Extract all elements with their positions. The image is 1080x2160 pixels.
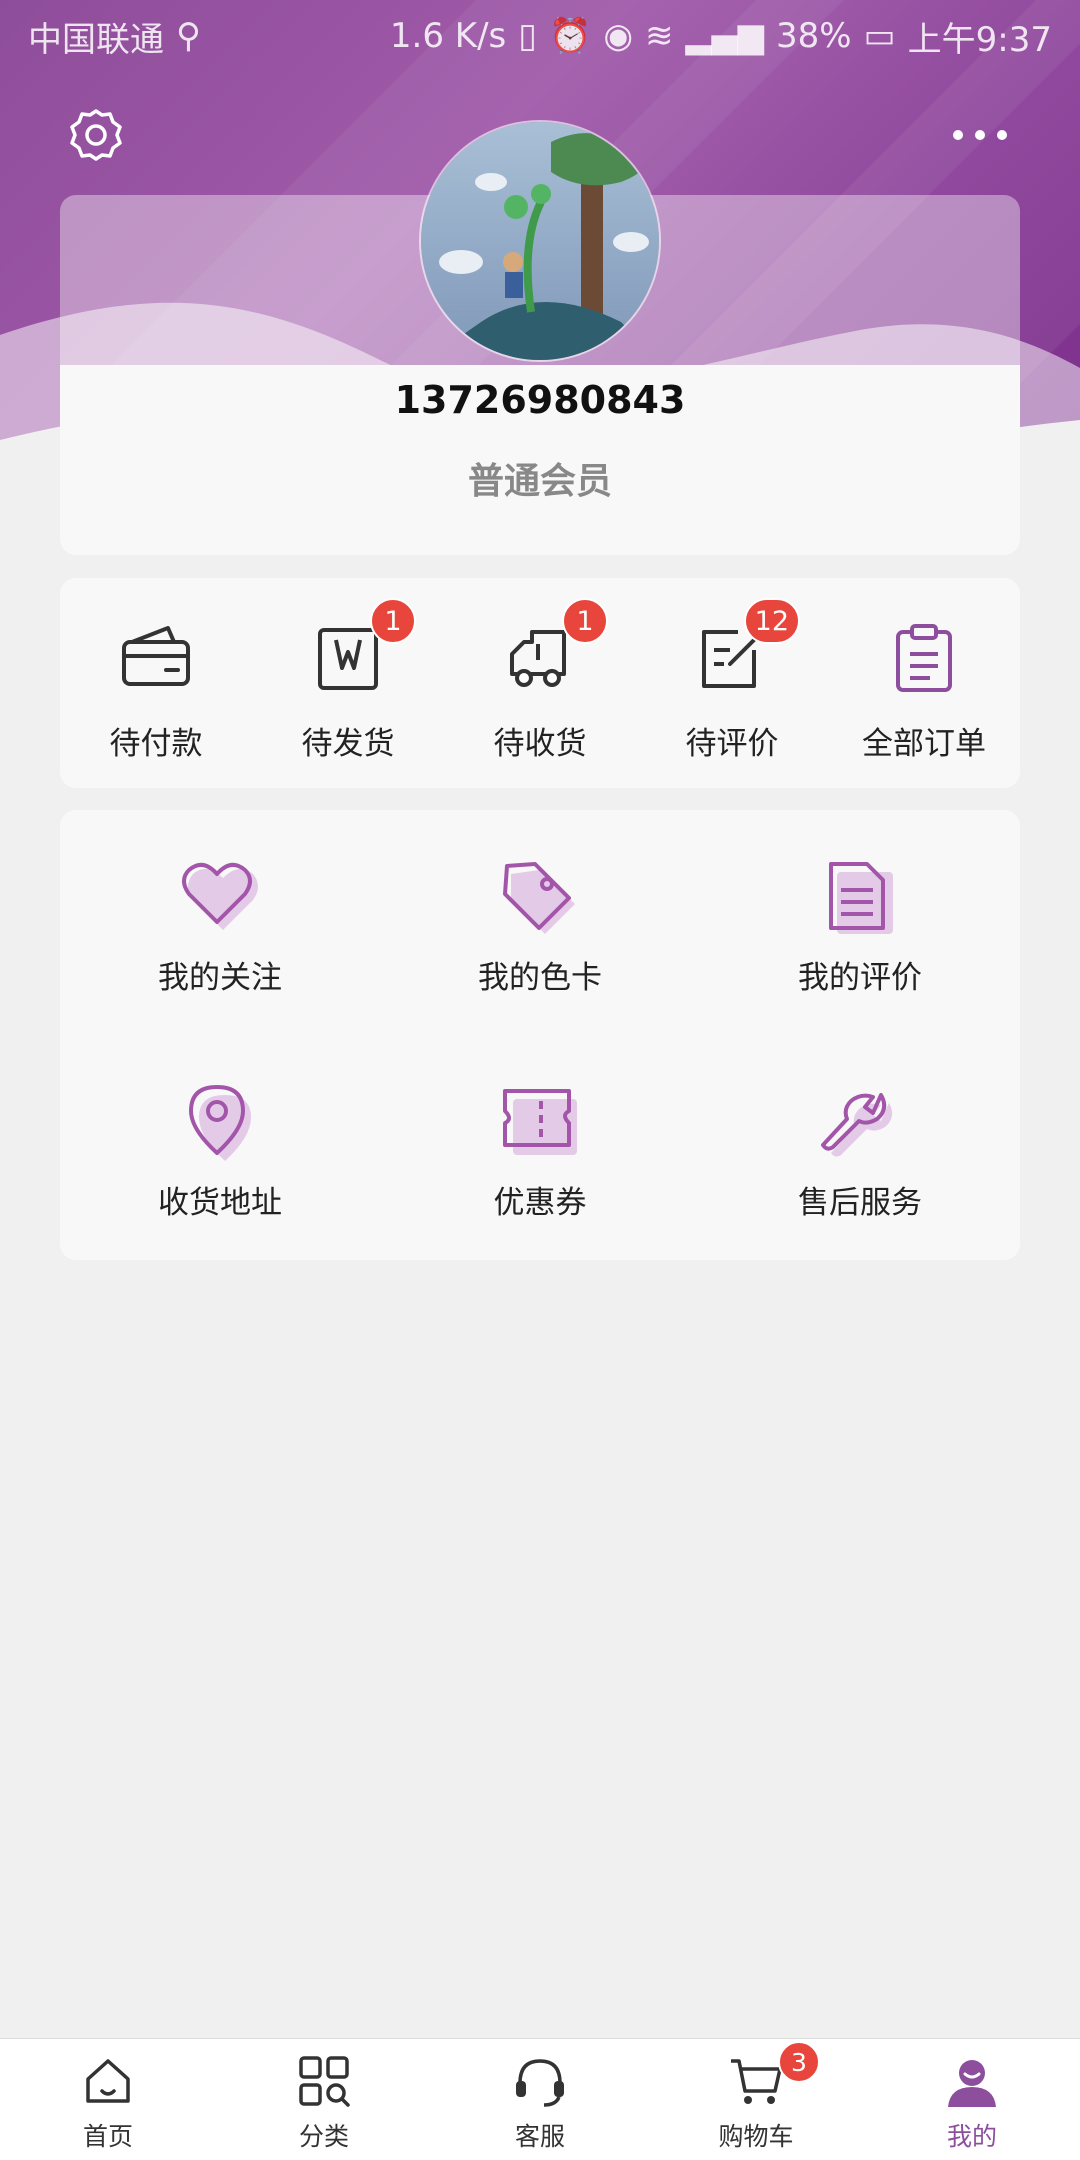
heart-icon	[179, 856, 261, 938]
cart-badge: 3	[778, 2041, 820, 2083]
home-icon	[80, 2053, 136, 2109]
member-level: 普通会员	[467, 461, 612, 502]
avatar[interactable]	[419, 120, 661, 362]
wrench-icon	[819, 1081, 901, 1163]
review-icon: 12	[694, 598, 800, 696]
document-icon	[819, 856, 901, 938]
truck-icon: 1	[502, 598, 608, 696]
order-pending-shipment[interactable]: 1 待发货	[252, 578, 444, 788]
tab-home[interactable]: 首页	[0, 2039, 216, 2160]
order-label: 待评价	[685, 726, 779, 762]
cart-icon: 3	[728, 2041, 820, 2109]
my-color-card[interactable]: 我的色卡	[380, 810, 700, 1035]
tab-label: 购物车	[718, 2122, 794, 2151]
service-label: 我的关注	[158, 960, 282, 996]
tab-label: 分类	[298, 2122, 349, 2151]
headset-icon	[512, 2053, 568, 2109]
order-label: 待收货	[493, 726, 587, 762]
carrier-label: 中国联通	[28, 19, 164, 60]
user-icon	[944, 2053, 1000, 2109]
status-bar: 中国联通 ⚲ 1.6 K/s ▯ ⏰ ◉ ≋ ▂▄▆ 38% ▭ 上午9:37	[0, 0, 1080, 72]
order-label: 待付款	[109, 726, 203, 762]
order-pending-payment[interactable]: 待付款	[60, 578, 252, 788]
order-label: 待发货	[301, 726, 395, 762]
service-label: 我的评价	[798, 960, 922, 996]
clipboard-icon	[886, 620, 962, 696]
my-favorites[interactable]: 我的关注	[60, 810, 380, 1035]
battery-icon: ▭	[863, 16, 896, 56]
battery-percent: 38%	[775, 16, 852, 56]
usb-icon: ⚲	[176, 16, 201, 56]
wallet-icon	[118, 620, 194, 696]
network-speed: 1.6 K/s	[389, 16, 507, 56]
tab-label: 客服	[514, 2122, 565, 2151]
location-pin-icon	[179, 1081, 261, 1163]
shipping-address[interactable]: 收货地址	[60, 1035, 380, 1260]
tab-customer-service[interactable]: 客服	[432, 2039, 648, 2160]
badge: 12	[743, 598, 800, 644]
package-icon: 1	[310, 598, 416, 696]
service-label: 我的色卡	[478, 960, 602, 996]
order-pending-review[interactable]: 12 待评价	[636, 578, 828, 788]
category-icon	[296, 2053, 352, 2109]
tab-cart[interactable]: 3 购物车	[648, 2039, 864, 2160]
order-label: 全部订单	[862, 726, 986, 762]
badge: 1	[562, 598, 608, 644]
badge: 1	[370, 598, 416, 644]
orders-panel: 待付款 1 待发货 1 待收货 12 待评价 全部订单	[60, 578, 1020, 788]
clock: 上午9:37	[907, 19, 1052, 60]
order-pending-receipt[interactable]: 1 待收货	[444, 578, 636, 788]
service-label: 收货地址	[158, 1185, 282, 1221]
coupons[interactable]: 优惠券	[380, 1035, 700, 1260]
vibrate-icon: ▯	[518, 16, 537, 56]
tag-icon	[499, 856, 581, 938]
settings-gear-icon[interactable]	[66, 105, 126, 165]
eye-icon: ◉	[603, 16, 633, 56]
tab-mine[interactable]: 我的	[864, 2039, 1080, 2160]
tab-label: 首页	[82, 2122, 133, 2151]
alarm-icon: ⏰	[548, 16, 592, 56]
my-reviews[interactable]: 我的评价	[700, 810, 1020, 1035]
services-panel: 我的关注 我的色卡 我的评价 收货地址 优惠券 售后服务	[60, 810, 1020, 1260]
after-sales-service[interactable]: 售后服务	[700, 1035, 1020, 1260]
tab-category[interactable]: 分类	[216, 2039, 432, 2160]
user-phone: 13726980843	[394, 378, 686, 422]
service-label: 售后服务	[798, 1185, 922, 1221]
coupon-icon	[499, 1081, 581, 1163]
signal-icon: ▂▄▆	[685, 16, 764, 56]
more-options-icon[interactable]	[950, 110, 1010, 160]
wifi-icon: ≋	[644, 16, 674, 56]
service-label: 优惠券	[493, 1185, 587, 1221]
bottom-tab-bar: 首页 分类 客服 3 购物车 我的	[0, 2038, 1080, 2160]
order-all[interactable]: 全部订单	[828, 578, 1020, 788]
tab-label: 我的	[946, 2122, 997, 2151]
